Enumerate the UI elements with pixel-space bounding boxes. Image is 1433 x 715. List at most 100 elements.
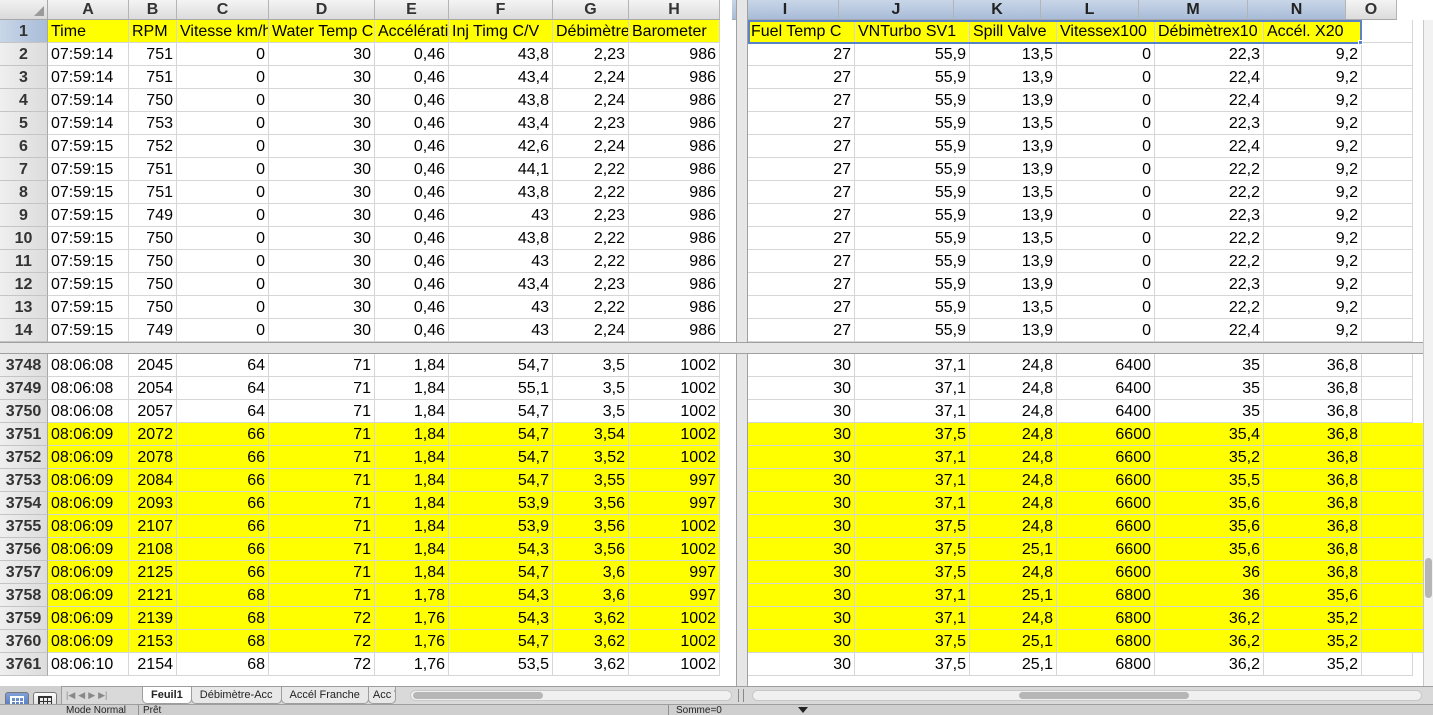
data-cell[interactable]: 54,7 <box>449 354 553 377</box>
empty-cell[interactable] <box>1362 204 1413 227</box>
data-cell[interactable]: 43,8 <box>449 181 553 204</box>
data-cell[interactable]: 6600 <box>1057 561 1155 584</box>
data-cell[interactable]: 1,84 <box>375 561 449 584</box>
data-cell[interactable]: 37,1 <box>855 377 970 400</box>
data-cell[interactable]: 24,8 <box>970 607 1057 630</box>
data-cell[interactable]: 9,2 <box>1264 66 1362 89</box>
empty-cell[interactable] <box>1362 227 1413 250</box>
data-cell[interactable]: 9,2 <box>1264 227 1362 250</box>
header-cell[interactable]: Barometer <box>629 20 720 43</box>
header-cell[interactable]: Accél. X20 <box>1264 20 1362 43</box>
data-cell[interactable]: 30 <box>269 273 375 296</box>
data-cell[interactable]: 08:06:09 <box>48 423 129 446</box>
data-cell[interactable]: 22,2 <box>1155 181 1264 204</box>
data-cell[interactable]: 43,4 <box>449 66 553 89</box>
data-cell[interactable]: 6600 <box>1057 515 1155 538</box>
column-header-a[interactable]: A <box>48 0 129 20</box>
data-cell[interactable]: 30 <box>269 319 375 342</box>
data-cell[interactable]: 986 <box>629 135 720 158</box>
data-cell[interactable]: 24,8 <box>970 561 1057 584</box>
data-cell[interactable]: 64 <box>177 400 269 423</box>
column-header-c[interactable]: C <box>177 0 269 20</box>
header-cell[interactable]: Accélération <box>375 20 449 43</box>
header-cell[interactable]: Water Temp C <box>269 20 375 43</box>
data-cell[interactable]: 27 <box>748 135 855 158</box>
column-header-k[interactable]: K <box>954 0 1041 20</box>
data-cell[interactable]: 43,4 <box>449 273 553 296</box>
data-cell[interactable]: 30 <box>748 377 855 400</box>
data-cell[interactable]: 30 <box>748 607 855 630</box>
data-cell[interactable]: 986 <box>629 89 720 112</box>
data-cell[interactable]: 1002 <box>629 630 720 653</box>
data-cell[interactable]: 55,9 <box>855 250 970 273</box>
data-cell[interactable]: 54,3 <box>449 538 553 561</box>
empty-cell[interactable] <box>1362 561 1424 584</box>
data-cell[interactable]: 08:06:08 <box>48 354 129 377</box>
data-cell[interactable]: 2139 <box>129 607 177 630</box>
row-header[interactable]: 13 <box>0 296 48 319</box>
data-cell[interactable]: 30 <box>269 89 375 112</box>
data-cell[interactable]: 42,6 <box>449 135 553 158</box>
data-cell[interactable]: 25,1 <box>970 584 1057 607</box>
data-cell[interactable]: 9,2 <box>1264 250 1362 273</box>
row-header-1[interactable]: 1 <box>0 20 48 43</box>
data-cell[interactable]: 2,23 <box>553 273 629 296</box>
data-cell[interactable]: 24,8 <box>970 377 1057 400</box>
data-cell[interactable]: 3,54 <box>553 423 629 446</box>
header-cell[interactable]: Débimètrex10 <box>1155 20 1264 43</box>
data-cell[interactable]: 750 <box>129 227 177 250</box>
row-header[interactable]: 9 <box>0 204 48 227</box>
data-cell[interactable]: 0 <box>177 112 269 135</box>
data-cell[interactable]: 37,5 <box>855 423 970 446</box>
data-cell[interactable]: 27 <box>748 181 855 204</box>
data-cell[interactable]: 22,2 <box>1155 227 1264 250</box>
data-cell[interactable]: 55,9 <box>855 296 970 319</box>
data-cell[interactable]: 2,22 <box>553 181 629 204</box>
data-cell[interactable]: 25,1 <box>970 653 1057 676</box>
data-cell[interactable]: 35,6 <box>1155 492 1264 515</box>
data-cell[interactable]: 986 <box>629 66 720 89</box>
data-cell[interactable]: 43 <box>449 319 553 342</box>
data-cell[interactable]: 1,84 <box>375 492 449 515</box>
data-cell[interactable]: 22,2 <box>1155 250 1264 273</box>
data-cell[interactable]: 0 <box>1057 273 1155 296</box>
data-cell[interactable]: 55,9 <box>855 43 970 66</box>
data-cell[interactable]: 2,23 <box>553 43 629 66</box>
data-cell[interactable]: 07:59:14 <box>48 43 129 66</box>
data-cell[interactable]: 43 <box>449 204 553 227</box>
row-header[interactable]: 6 <box>0 135 48 158</box>
horizontal-pane-splitter[interactable] <box>0 342 1423 354</box>
empty-cell[interactable] <box>1362 319 1413 342</box>
data-cell[interactable]: 30 <box>748 469 855 492</box>
data-cell[interactable]: 36,2 <box>1155 607 1264 630</box>
tab-acc-v[interactable]: Acc V <box>367 687 396 704</box>
data-cell[interactable]: 2,22 <box>553 158 629 181</box>
data-cell[interactable]: 54,7 <box>449 630 553 653</box>
data-cell[interactable]: 71 <box>269 446 375 469</box>
data-cell[interactable]: 1,84 <box>375 354 449 377</box>
data-cell[interactable]: 3,5 <box>553 400 629 423</box>
data-cell[interactable]: 25,1 <box>970 538 1057 561</box>
data-cell[interactable]: 986 <box>629 319 720 342</box>
data-cell[interactable]: 3,55 <box>553 469 629 492</box>
data-cell[interactable]: 36,8 <box>1264 354 1362 377</box>
data-cell[interactable]: 36,2 <box>1155 653 1264 676</box>
column-header-j[interactable]: J <box>839 0 954 20</box>
data-cell[interactable]: 751 <box>129 158 177 181</box>
data-cell[interactable]: 22,3 <box>1155 204 1264 227</box>
data-cell[interactable]: 6400 <box>1057 400 1155 423</box>
data-cell[interactable]: 66 <box>177 446 269 469</box>
data-cell[interactable]: 2,24 <box>553 135 629 158</box>
data-cell[interactable]: 30 <box>748 630 855 653</box>
data-cell[interactable]: 30 <box>748 423 855 446</box>
data-cell[interactable]: 749 <box>129 204 177 227</box>
data-cell[interactable]: 2054 <box>129 377 177 400</box>
empty-cell[interactable] <box>1362 607 1424 630</box>
column-header-d[interactable]: D <box>269 0 375 20</box>
data-cell[interactable]: 0,46 <box>375 204 449 227</box>
data-cell[interactable]: 997 <box>629 492 720 515</box>
data-cell[interactable]: 36,8 <box>1264 469 1362 492</box>
data-cell[interactable]: 0 <box>1057 89 1155 112</box>
data-cell[interactable]: 2,24 <box>553 66 629 89</box>
data-cell[interactable]: 0,46 <box>375 66 449 89</box>
